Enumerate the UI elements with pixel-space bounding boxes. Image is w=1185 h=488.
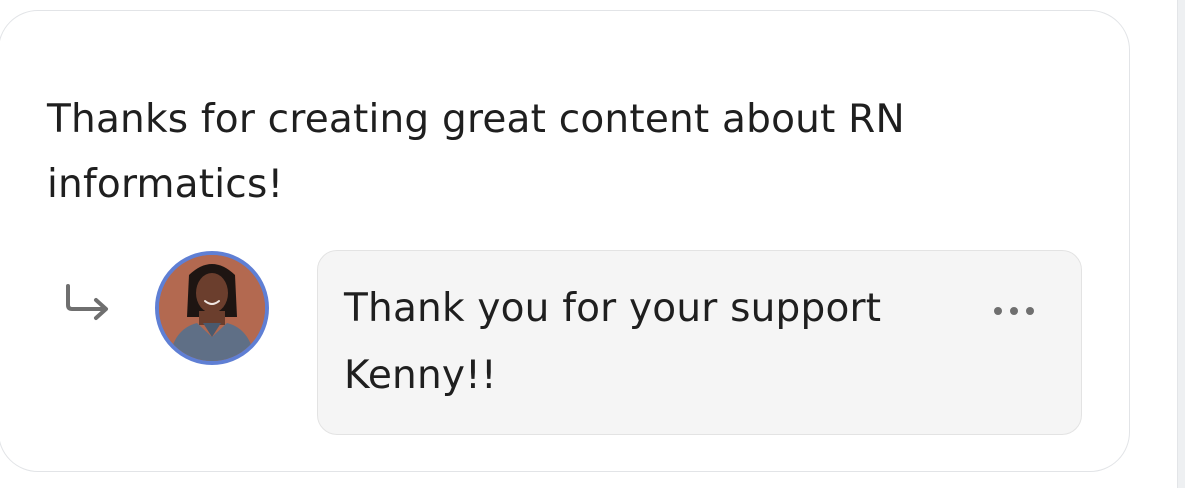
- more-options-button[interactable]: [984, 295, 1044, 327]
- reply-text: Thank you for your support Kenny!!: [344, 286, 882, 398]
- avatar[interactable]: [155, 251, 269, 365]
- comment-card: Thanks for creating great content about …: [0, 10, 1130, 472]
- more-horizontal-icon: [994, 307, 1034, 315]
- reply-arrow-icon: [61, 279, 117, 323]
- comment-thread: Thanks for creating great content about …: [0, 0, 1185, 488]
- reply-bubble: Thank you for your support Kenny!!: [317, 250, 1082, 435]
- scrollbar-track[interactable]: [1177, 0, 1185, 488]
- comment-text: Thanks for creating great content about …: [47, 97, 905, 207]
